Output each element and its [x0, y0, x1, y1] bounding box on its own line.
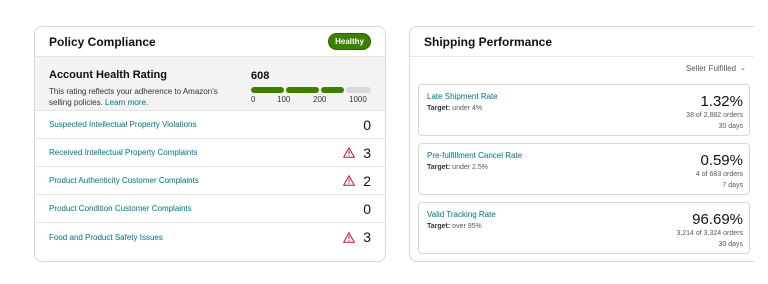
metric-target: Target: under 4% — [427, 105, 483, 112]
metric-valid-tracking[interactable]: Valid Tracking Rate Target: over 95% 96.… — [418, 202, 750, 254]
row-count: 0 — [363, 200, 371, 217]
policy-row-ip-complaints[interactable]: Received Intellectual Property Complaint… — [35, 139, 385, 167]
metric-percent: 0.59% — [700, 152, 743, 169]
metric-period: 30 days — [718, 241, 743, 248]
metric-percent: 1.32% — [700, 93, 743, 110]
warning-triangle-icon — [343, 175, 355, 186]
metric-period: 30 days — [718, 123, 743, 130]
ahr-bar-segment — [320, 87, 344, 93]
row-label[interactable]: Product Condition Customer Complaints — [49, 204, 192, 213]
shipping-performance-title: Shipping Performance — [424, 34, 553, 49]
metric-name[interactable]: Late Shipment Rate — [427, 92, 741, 101]
policy-row-condition[interactable]: Product Condition Customer Complaints 0 — [35, 195, 385, 223]
policy-rows: Suspected Intellectual Property Violatio… — [35, 111, 385, 251]
ahr-tick: 0 — [251, 95, 256, 104]
chevron-down-icon[interactable]: ⌄ — [740, 64, 746, 72]
metric-name[interactable]: Pre-fulfillment Cancel Rate — [427, 151, 741, 160]
ahr-bar-segment — [285, 87, 319, 93]
fulfillment-filter-label[interactable]: Seller Fulfilled — [686, 64, 736, 73]
policy-row-authenticity[interactable]: Product Authenticity Customer Complaints… — [35, 167, 385, 195]
policy-compliance-card: Policy Compliance Healthy Account Health… — [34, 26, 386, 262]
row-label[interactable]: Suspected Intellectual Property Violatio… — [49, 120, 197, 129]
ahr-bar-segment — [345, 87, 371, 93]
policy-compliance-header: Policy Compliance Healthy — [35, 27, 385, 57]
shipping-performance-card: Shipping Performance Seller Fulfilled ⌄ … — [409, 26, 754, 262]
policy-compliance-title: Policy Compliance — [49, 34, 156, 49]
ahr-bar-ticks: 0 100 200 1000 — [251, 95, 375, 105]
ahr-score: 608 — [251, 70, 270, 82]
metric-target: Target: under 2.5% — [427, 164, 488, 171]
ahr-progress-bar — [251, 87, 371, 93]
ahr-description: This rating reflects your adherence to A… — [49, 86, 234, 108]
health-status-badge: Healthy — [328, 33, 371, 50]
ahr-tick: 1000 — [349, 95, 367, 104]
row-label[interactable]: Received Intellectual Property Complaint… — [49, 148, 198, 157]
metric-period: 7 days — [722, 182, 743, 189]
ahr-tick: 100 — [277, 95, 291, 104]
account-health-rating-panel: Account Health Rating This rating reflec… — [35, 57, 385, 111]
row-count: 0 — [363, 116, 371, 133]
metric-orders: 38 of 2,882 orders — [686, 112, 743, 119]
shipping-performance-header: Shipping Performance — [410, 27, 754, 57]
metric-late-shipment[interactable]: Late Shipment Rate Target: under 4% 1.32… — [418, 84, 750, 136]
fulfillment-filter-dropdown[interactable]: Seller Fulfilled ⌄ — [410, 57, 754, 79]
ahr-title: Account Health Rating — [49, 69, 167, 81]
metric-orders: 4 of 683 orders — [695, 171, 743, 178]
row-count: 3 — [363, 144, 371, 161]
learn-more-link[interactable]: Learn more. — [105, 98, 148, 107]
row-label[interactable]: Product Authenticity Customer Complaints — [49, 176, 199, 185]
policy-row-ip-violations[interactable]: Suspected Intellectual Property Violatio… — [35, 111, 385, 139]
warning-triangle-icon — [343, 231, 355, 243]
warning-triangle-icon — [343, 147, 355, 158]
row-count: 2 — [363, 172, 371, 189]
ahr-bar-segment — [251, 87, 284, 93]
ahr-tick: 200 — [313, 95, 327, 104]
metric-pre-fulfillment-cancel[interactable]: Pre-fulfillment Cancel Rate Target: unde… — [418, 143, 750, 195]
policy-row-food-safety[interactable]: Food and Product Safety Issues 3 — [35, 223, 385, 251]
metric-percent: 96.69% — [692, 211, 743, 228]
metric-orders: 3,214 of 3,324 orders — [676, 230, 743, 237]
row-count: 3 — [363, 229, 371, 245]
row-label[interactable]: Food and Product Safety Issues — [49, 233, 163, 242]
